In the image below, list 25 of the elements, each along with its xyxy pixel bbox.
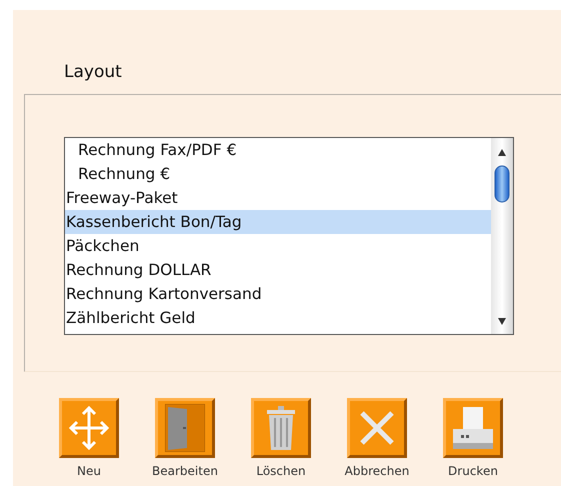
list-item[interactable]: Zählbericht Geld [65,306,491,330]
button-label: Löschen [256,464,306,478]
scrollbar[interactable] [491,138,513,334]
list-item[interactable]: Rechnung DOLLAR [65,258,491,282]
new-button[interactable] [59,398,119,458]
button-label: Drucken [448,464,498,478]
delete-button[interactable] [251,398,311,458]
list-item[interactable]: Freeway-Paket [65,186,491,210]
list-item[interactable]: Kassenbericht Bon/Tag [65,210,491,234]
close-icon [359,410,395,446]
trash-icon [267,406,295,450]
list-item[interactable]: Rechnung Fax/PDF € [65,138,491,162]
list-item[interactable]: Rechnung Kartonversand [65,282,491,306]
arrows-icon [69,406,109,450]
section-title: Layout [64,62,123,82]
edit-button[interactable] [155,398,215,458]
button-label: Neu [77,464,101,478]
cancel-button[interactable] [347,398,407,458]
button-label: Bearbeiten [152,464,218,478]
list-item[interactable]: Päckchen [65,234,491,258]
door-icon [165,404,205,452]
button-label: Abbrechen [344,464,410,478]
list-item[interactable]: Rechnung € [65,162,491,186]
printer-icon [453,407,493,449]
print-button[interactable] [443,398,503,458]
